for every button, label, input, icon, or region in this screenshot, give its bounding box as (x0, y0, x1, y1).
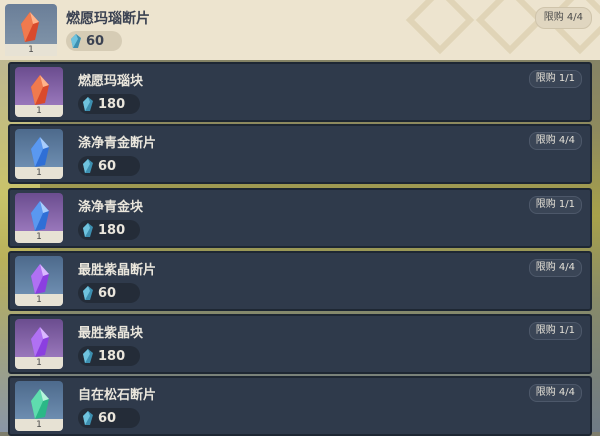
item-thumbnail: 1 (15, 381, 63, 431)
currency-icon (83, 411, 93, 425)
currency-icon (71, 34, 81, 48)
item-name: 自在松石断片 (78, 388, 157, 403)
lapis-sliver-icon (31, 137, 49, 167)
amethyst-sliver-icon (31, 264, 49, 294)
item-thumbnail: 1 (5, 4, 57, 56)
price-value: 60 (98, 158, 117, 174)
purchase-limit-badge: 限购 4/4 (528, 384, 582, 402)
price-value: 60 (86, 33, 105, 49)
item-thumbnail: 1 (15, 256, 63, 306)
item-thumbnail: 1 (15, 319, 63, 369)
item-quantity: 1 (15, 294, 63, 306)
turquoise-sliver-icon (31, 389, 49, 419)
lapis-chunk-icon (31, 201, 49, 231)
shop-item[interactable]: 1 最胜紫晶块 限购 1/1 180 (8, 314, 592, 374)
price-tag: 60 (78, 283, 140, 303)
item-thumbnail: 1 (15, 193, 63, 243)
currency-icon (83, 223, 93, 237)
price-tag: 180 (78, 346, 140, 366)
item-quantity: 1 (15, 105, 63, 117)
shop-item[interactable]: 1 涤净青金块 限购 1/1 180 (8, 188, 592, 248)
purchase-limit-badge: 限购 1/1 (528, 322, 582, 340)
price-value: 180 (98, 96, 126, 112)
agate-chunk-icon (31, 75, 49, 105)
price-tag: 180 (78, 220, 140, 240)
price-value: 60 (98, 285, 117, 301)
price-value: 60 (98, 410, 117, 426)
item-quantity: 1 (15, 419, 63, 431)
purchase-limit-badge: 限购 4/4 (534, 7, 592, 29)
item-name: 涤净青金块 (78, 200, 144, 215)
item-name: 燃愿玛瑙块 (78, 74, 144, 89)
purchase-limit-badge: 限购 4/4 (528, 132, 582, 150)
item-quantity: 1 (5, 44, 57, 56)
price-tag: 60 (78, 408, 140, 428)
item-name: 最胜紫晶断片 (78, 263, 157, 278)
agate-sliver-icon (21, 12, 39, 42)
price-tag: 180 (78, 94, 140, 114)
item-thumbnail: 1 (15, 67, 63, 117)
item-quantity: 1 (15, 357, 63, 369)
purchase-limit-badge: 限购 1/1 (528, 70, 582, 88)
currency-icon (83, 286, 93, 300)
shop-item[interactable]: 1 涤净青金断片 限购 4/4 60 (8, 124, 592, 184)
shop-item[interactable]: 1 最胜紫晶断片 限购 4/4 60 (8, 251, 592, 311)
purchase-limit-badge: 限购 1/1 (528, 196, 582, 214)
item-name: 燃愿玛瑙断片 (66, 11, 150, 27)
shop-item-selected[interactable]: 1 燃愿玛瑙断片 限购 4/4 60 (0, 0, 600, 60)
currency-icon (83, 159, 93, 173)
currency-icon (83, 97, 93, 111)
price-value: 180 (98, 348, 126, 364)
price-tag: 60 (78, 156, 140, 176)
item-name: 涤净青金断片 (78, 136, 157, 151)
currency-icon (83, 349, 93, 363)
price-value: 180 (98, 222, 126, 238)
item-quantity: 1 (15, 167, 63, 179)
item-name: 最胜紫晶块 (78, 326, 144, 341)
price-tag: 60 (66, 31, 122, 51)
purchase-limit-badge: 限购 4/4 (528, 259, 582, 277)
shop-item[interactable]: 1 燃愿玛瑙块 限购 1/1 180 (8, 62, 592, 122)
shop-item[interactable]: 1 自在松石断片 限购 4/4 60 (8, 376, 592, 436)
item-thumbnail: 1 (15, 129, 63, 179)
item-quantity: 1 (15, 231, 63, 243)
amethyst-chunk-icon (31, 327, 49, 357)
